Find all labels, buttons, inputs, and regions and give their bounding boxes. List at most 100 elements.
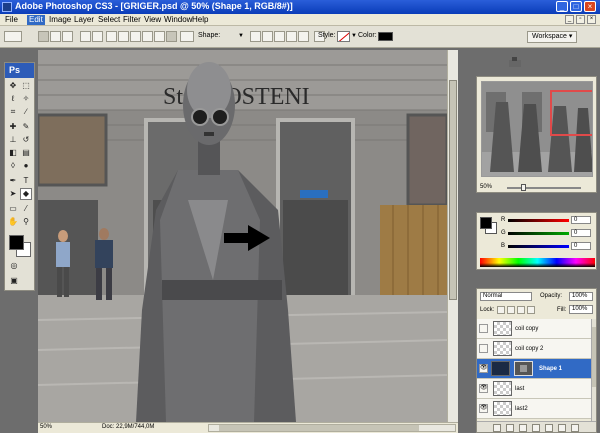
doc-close-button[interactable]: ×	[587, 15, 596, 24]
menu-help[interactable]: Help	[190, 15, 210, 25]
lasso-tool-icon[interactable]: ℓ	[7, 93, 19, 105]
navigator-zoom-knob[interactable]	[521, 184, 526, 191]
opacity-input[interactable]: 100%	[569, 292, 593, 301]
healing-brush-icon[interactable]: ✚	[7, 121, 19, 133]
r-value-input[interactable]: 0	[571, 216, 591, 224]
foreground-color-swatch[interactable]	[9, 235, 24, 250]
blur-tool-icon[interactable]: ◊	[7, 160, 19, 172]
ellipse-shape-button[interactable]	[130, 31, 141, 42]
history-brush-icon[interactable]: ↺	[20, 134, 32, 146]
add-to-shape-button[interactable]	[262, 31, 273, 42]
tool-preset-picker[interactable]	[4, 31, 22, 42]
maximize-button[interactable]: □	[570, 1, 582, 12]
menu-image[interactable]: Image	[47, 15, 73, 25]
new-group-icon[interactable]	[545, 424, 553, 432]
pen-tool-icon[interactable]: ✒	[7, 175, 19, 187]
vertical-scroll-thumb[interactable]	[449, 80, 457, 300]
workspace-button[interactable]: Workspace ▾	[527, 31, 578, 43]
image-canvas[interactable]: St n OOSTENI	[38, 50, 447, 422]
fill-pixels-mode-button[interactable]	[62, 31, 73, 42]
magic-wand-icon[interactable]: ✧	[20, 93, 32, 105]
slice-tool-icon[interactable]: ∕	[20, 106, 32, 118]
lock-transparency-button[interactable]	[497, 306, 505, 314]
vector-mask-thumbnail[interactable]	[514, 361, 533, 376]
vertical-scrollbar[interactable]	[447, 50, 458, 422]
photoshop-app-icon[interactable]	[2, 2, 12, 12]
delete-layer-icon[interactable]	[571, 424, 579, 432]
line-shape-button[interactable]	[154, 31, 165, 42]
r-slider[interactable]	[508, 219, 569, 222]
g-slider[interactable]	[508, 232, 569, 235]
navigator-zoom-slider[interactable]	[507, 184, 581, 191]
menu-view[interactable]: View	[142, 15, 163, 25]
layer-row[interactable]: coil copy	[477, 319, 591, 339]
layer-visibility-toggle[interactable]: 👁	[479, 384, 488, 393]
freeform-pen-button[interactable]	[92, 31, 103, 42]
gradient-tool-icon[interactable]: ▤	[20, 147, 32, 159]
layer-row[interactable]: coil copy 2	[477, 339, 591, 359]
layer-visibility-toggle[interactable]	[479, 344, 488, 353]
layer-row[interactable]: 👁 last2	[477, 399, 591, 419]
minimize-button[interactable]: _	[556, 1, 568, 12]
custom-shape-tool-icon[interactable]: ◆	[20, 188, 32, 200]
clone-stamp-icon[interactable]: ⊥	[7, 134, 19, 146]
lock-position-button[interactable]	[517, 306, 525, 314]
lock-all-button[interactable]	[527, 306, 535, 314]
horizontal-scroll-thumb[interactable]	[219, 425, 419, 431]
marquee-tool-icon[interactable]: ⬚	[20, 80, 32, 92]
hand-tool-icon[interactable]: ✋	[7, 216, 19, 228]
doc-restore-button[interactable]: ▫	[576, 15, 585, 24]
rectangle-shape-button[interactable]	[106, 31, 117, 42]
zoom-readout[interactable]: 50%	[40, 424, 52, 430]
new-layer-icon[interactable]	[558, 424, 566, 432]
navigator-thumbnail[interactable]	[481, 81, 593, 177]
quick-mask-icon[interactable]: ◎	[8, 260, 20, 272]
b-slider[interactable]	[508, 245, 569, 248]
navigator-view-box[interactable]	[550, 90, 592, 136]
doc-size-readout[interactable]: Doc: 22,9M/744,0M	[102, 424, 154, 430]
exclude-shape-button[interactable]	[298, 31, 309, 42]
pen-tool-button[interactable]	[80, 31, 91, 42]
link-layers-icon[interactable]	[493, 424, 501, 432]
doc-minimize-button[interactable]: _	[565, 15, 574, 24]
fill-input[interactable]: 100%	[569, 305, 593, 314]
custom-shape-button[interactable]	[166, 31, 177, 42]
dodge-tool-icon[interactable]: ●	[20, 160, 32, 172]
menu-edit[interactable]: Edit	[27, 15, 45, 25]
menu-filter[interactable]: Filter	[121, 15, 143, 25]
style-dropdown[interactable]: ▼	[351, 33, 357, 39]
crop-tool-icon[interactable]: ⌗	[7, 106, 19, 118]
g-value-input[interactable]: 0	[571, 229, 591, 237]
style-picker[interactable]	[337, 31, 350, 42]
paths-mode-button[interactable]	[50, 31, 61, 42]
menu-layer[interactable]: Layer	[72, 15, 96, 25]
rounded-rectangle-button[interactable]	[118, 31, 129, 42]
b-value-input[interactable]: 0	[571, 242, 591, 250]
lock-pixels-button[interactable]	[507, 306, 515, 314]
geometry-options-dropdown[interactable]	[180, 31, 194, 42]
zoom-tool-icon[interactable]: ⚲	[20, 216, 32, 228]
intersect-shape-button[interactable]	[286, 31, 297, 42]
layer-visibility-toggle[interactable]: 👁	[479, 404, 488, 413]
eraser-tool-icon[interactable]: ◧	[7, 147, 19, 159]
menu-file[interactable]: File	[3, 15, 20, 25]
color-panel-foreground[interactable]	[480, 217, 492, 229]
blend-mode-select[interactable]: Normal	[480, 292, 532, 301]
layer-style-icon[interactable]	[506, 424, 514, 432]
shape-color-swatch[interactable]	[378, 32, 393, 41]
color-spectrum-bar[interactable]	[480, 258, 595, 267]
adjustment-layer-icon[interactable]	[532, 424, 540, 432]
close-button[interactable]: ×	[584, 1, 596, 12]
screen-mode-icon[interactable]: ▣	[8, 275, 20, 287]
type-tool-icon[interactable]: T	[20, 175, 32, 187]
brush-tool-icon[interactable]: ✎	[20, 121, 32, 133]
shape-layers-mode-button[interactable]	[38, 31, 49, 42]
layer-visibility-toggle[interactable]: 👁	[479, 364, 488, 373]
eyedropper-tool-icon[interactable]: ⁄	[20, 203, 32, 215]
move-tool-icon[interactable]: ✥	[7, 80, 19, 92]
horizontal-scrollbar[interactable]	[208, 424, 456, 432]
layer-row[interactable]: 👁 last	[477, 379, 591, 399]
layers-scrollbar[interactable]	[591, 319, 596, 421]
layer-visibility-toggle[interactable]	[479, 324, 488, 333]
brushes-palette-icon[interactable]	[508, 57, 522, 68]
